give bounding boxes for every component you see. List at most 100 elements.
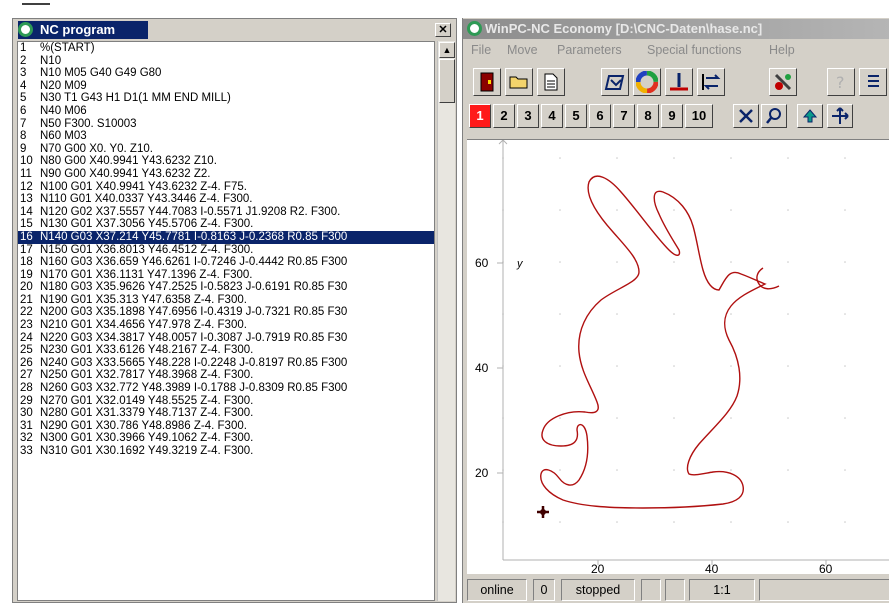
close-button[interactable]: ✕ [435, 23, 451, 37]
top-strip [0, 0, 889, 18]
nc-code-line[interactable]: 20 N180 G03 X35.9626 Y47.2525 I-0.5823 J-… [18, 281, 434, 294]
nc-code-line[interactable]: 15 N130 G01 X37.3056 Y45.5706 Z-4. F300. [18, 218, 434, 231]
grid-dot [730, 157, 732, 159]
grid-dot [559, 417, 561, 419]
line-number: 25 [20, 344, 33, 357]
nc-code-line[interactable]: 27 N250 G01 X32.7817 Y48.3968 Z-4. F300. [18, 369, 434, 382]
nc-code-line[interactable]: 1 %(START) [18, 42, 434, 55]
nc-code-line[interactable]: 12 N100 G01 X40.9941 Y43.6232 Z-4. F75. [18, 181, 434, 194]
nc-code-line[interactable]: 19 N170 G01 X36.1131 Y47.1396 Z-4. F300. [18, 269, 434, 282]
nc-code-line[interactable]: 13 N110 G01 X40.0337 Y43.3446 Z-4. F300. [18, 193, 434, 206]
grid-dot [673, 313, 675, 315]
nc-code-list[interactable]: 1 %(START) 2 N10 3 N10 M05 G40 G49 G80 4 N20 M0… [17, 41, 435, 601]
line-code: %(START) [40, 42, 95, 54]
y-axis-arrow [502, 140, 508, 145]
document-icon[interactable] [537, 68, 565, 96]
grid-dot [844, 417, 846, 419]
tool-button-7[interactable]: 7 [613, 104, 635, 128]
nc-code-line[interactable]: 24 N220 G03 X34.3817 Y48.0057 I-0.3087 J-… [18, 332, 434, 345]
manual-move-icon[interactable] [769, 68, 797, 96]
nc-code-line[interactable]: 23 N210 G01 X34.4656 Y47.978 Z-4. F300. [18, 319, 434, 332]
scroll-up-icon[interactable]: ▲ [439, 42, 455, 58]
line-number: 21 [20, 293, 33, 306]
color-wheel-icon[interactable] [633, 68, 661, 96]
grid-dot [616, 209, 618, 211]
exit-door-icon[interactable] [473, 68, 501, 96]
nc-code-line[interactable]: 7 N50 F300. S10003 [18, 118, 434, 131]
toolpath-canvas[interactable]: 60 y 40 20 20 40 60 [467, 139, 889, 574]
nc-code-line[interactable]: 9 N70 G00 X0. Y0. Z10. [18, 143, 434, 156]
y-tick-label-60: 60 [475, 256, 489, 270]
line-number: 29 [20, 394, 33, 407]
menu-move[interactable]: Move [507, 43, 538, 57]
grid-dot [844, 261, 846, 263]
tool-button-10[interactable]: 10 [685, 104, 713, 128]
nc-code-line[interactable]: 22 N200 G03 X35.1898 Y47.6956 I-0.4319 J-… [18, 306, 434, 319]
nc-code-line[interactable]: 32 N300 G01 X30.3966 Y49.1062 Z-4. F300. [18, 432, 434, 445]
tool-button-3[interactable]: 3 [517, 104, 539, 128]
grid-dot [787, 521, 789, 523]
winpcnc-titlebar: WinPC-NC Economy [D:\CNC-Daten\hase.nc] [463, 19, 889, 39]
nc-code-line[interactable]: 21 N190 G01 X35.313 Y47.6358 Z-4. F300. [18, 294, 434, 307]
nc-code-line[interactable]: 33 N310 G01 X30.1692 Y49.3219 Z-4. F300. [18, 445, 434, 458]
reference-icon[interactable] [665, 68, 693, 96]
nc-code-line[interactable]: 14 N120 G02 X37.5557 Y44.7083 I-0.5571 J1… [18, 206, 434, 219]
nc-scrollbar[interactable]: ▲ [437, 41, 455, 601]
scroll-thumb[interactable] [439, 59, 455, 103]
grid-dot [844, 365, 846, 367]
tool-button-6[interactable]: 6 [589, 104, 611, 128]
grid-dot [673, 365, 675, 367]
up-arrow-icon[interactable] [797, 104, 823, 128]
nc-code-line[interactable]: 5 N30 T1 G43 H1 D1(1 MM END MILL) [18, 92, 434, 105]
nc-code-line[interactable]: 25 N230 G01 X33.6126 Y48.2167 Z-4. F300. [18, 344, 434, 357]
tool-button-9[interactable]: 9 [661, 104, 683, 128]
help-icon[interactable]: ? [827, 68, 855, 96]
nc-code-line[interactable]: 8 N60 M03 [18, 130, 434, 143]
nc-code-line[interactable]: 2 N10 [18, 55, 434, 68]
menu-special-functions[interactable]: Special functions [647, 43, 742, 57]
tool-button-4[interactable]: 4 [541, 104, 563, 128]
line-code: N30 T1 G43 H1 D1(1 MM END MILL) [40, 92, 231, 105]
menu-help[interactable]: Help [769, 43, 795, 57]
menu-file[interactable]: File [471, 43, 491, 57]
zoom-icon[interactable] [761, 104, 787, 128]
line-code: N20 M09 [40, 79, 87, 92]
line-number: 4 [20, 79, 27, 92]
nc-code-line[interactable]: 10 N80 G00 X40.9941 Y43.6232 Z10. [18, 155, 434, 168]
line-number: 24 [20, 331, 33, 344]
tool-button-2[interactable]: 2 [493, 104, 515, 128]
toolpath-plot[interactable]: 60 y 40 20 20 40 60 [467, 140, 889, 574]
line-number: 7 [20, 117, 27, 130]
line-number: 13 [20, 193, 33, 206]
line-number: 20 [20, 281, 33, 294]
menu-parameters[interactable]: Parameters [557, 43, 622, 57]
cancel-x-icon[interactable] [733, 104, 759, 128]
tool-button-1[interactable]: 1 [469, 104, 491, 128]
tool-button-8[interactable]: 8 [637, 104, 659, 128]
line-code: N300 G01 X30.3966 Y49.1062 Z-4. F300. [40, 432, 254, 445]
nc-code-line[interactable]: 31 N290 G01 X30.786 Y48.8986 Z-4. F300. [18, 420, 434, 433]
move-cross-icon[interactable] [827, 104, 853, 128]
line-code: N250 G01 X32.7817 Y48.3968 Z-4. F300. [40, 369, 254, 382]
nc-code-line[interactable]: 4 N20 M09 [18, 80, 434, 93]
nc-code-line[interactable]: 6 N40 M06 [18, 105, 434, 118]
transfer-icon[interactable] [697, 68, 725, 96]
open-folder-icon[interactable] [505, 68, 533, 96]
list-icon[interactable] [859, 68, 887, 96]
nc-code-line[interactable]: 11 N90 G00 X40.9941 Y43.6232 Z2. [18, 168, 434, 181]
grid-dot [787, 157, 789, 159]
tool-button-5[interactable]: 5 [565, 104, 587, 128]
nc-code-line[interactable]: 29 N270 G01 X32.0149 Y48.5525 Z-4. F300. [18, 395, 434, 408]
nc-code-line[interactable]: 16 N140 G03 X37.214 Y45.7781 I-0.8163 J-0… [18, 230, 434, 244]
nc-code-line[interactable]: 18 N160 G03 X36.659 Y46.6261 I-0.7246 J-0… [18, 256, 434, 269]
grid-dot [559, 469, 561, 471]
nc-code-line[interactable]: 17 N150 G01 X36.8013 Y46.4512 Z-4. F300. [18, 244, 434, 257]
toolpath-icon[interactable] [601, 68, 629, 96]
line-number: 5 [20, 92, 27, 105]
line-number: 33 [20, 445, 33, 457]
nc-code-line[interactable]: 28 N260 G03 X32.772 Y48.3989 I-0.1788 J-0… [18, 382, 434, 395]
grid-dot [787, 261, 789, 263]
nc-code-line[interactable]: 3 N10 M05 G40 G49 G80 [18, 67, 434, 80]
nc-code-line[interactable]: 30 N280 G01 X31.3379 Y48.7137 Z-4. F300. [18, 407, 434, 420]
nc-code-line[interactable]: 26 N240 G03 X33.5665 Y48.228 I-0.2248 J-0… [18, 357, 434, 370]
